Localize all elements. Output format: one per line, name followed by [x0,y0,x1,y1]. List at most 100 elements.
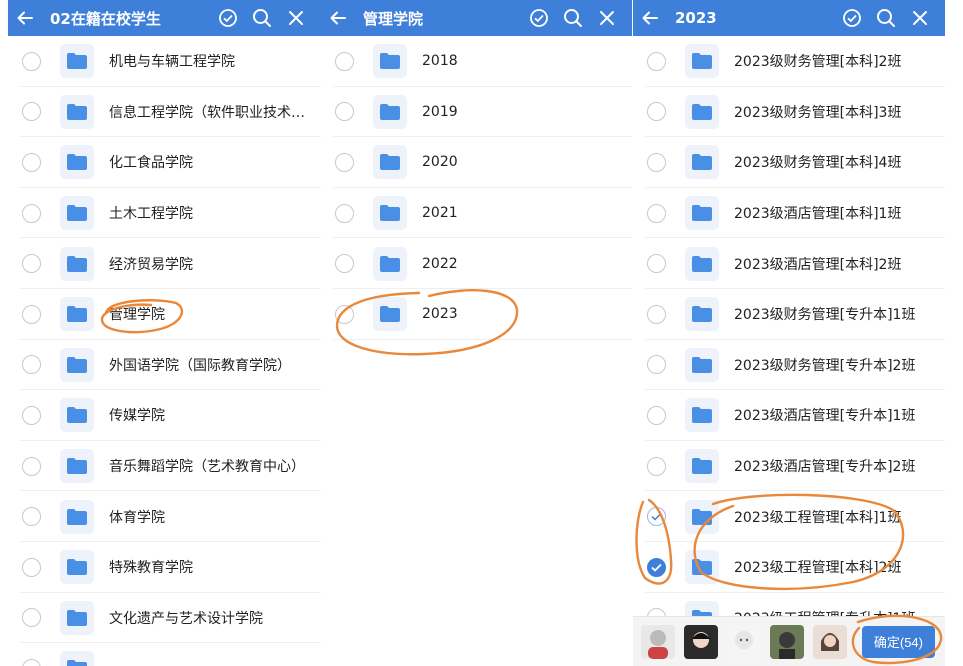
radio-button[interactable] [647,102,666,122]
radio-button[interactable] [22,355,41,375]
select-all-icon[interactable] [835,8,869,28]
avatar[interactable] [684,624,718,659]
panel-colleges: 02在籍在校学生 机电与车辆工程学院 信息工程学院（软件职业技术… 化工食品学院… [8,0,321,666]
select-all-icon[interactable] [211,8,245,28]
folder-icon [60,196,94,231]
radio-button[interactable] [335,254,354,274]
list-item[interactable]: 音乐舞蹈学院（艺术教育中心） [8,441,321,492]
folder-icon [685,550,719,585]
list-item[interactable]: 体育学院 [8,491,321,542]
list-item[interactable]: 2019 [321,87,632,138]
list-item[interactable]: 传媒学院 [8,390,321,441]
folder-icon [373,297,407,332]
radio-button[interactable] [647,456,666,476]
list-item[interactable]: 2023级财务管理[专升本]1班 [633,289,945,340]
list-item[interactable]: 特殊教育学院 [8,542,321,593]
radio-button[interactable] [335,152,354,172]
folder-icon [60,600,94,635]
list-item[interactable]: 2023级财务管理[本科]2班 [633,36,945,87]
radio-button[interactable] [647,304,666,324]
list-item[interactable]: 2023级财务管理[专升本]2班 [633,340,945,391]
item-label: 经济贸易学院 [109,256,193,273]
list-item[interactable]: 2023级酒店管理[专升本]1班 [633,390,945,441]
confirm-button[interactable]: 确定(54) [861,625,935,658]
close-icon[interactable] [903,10,937,26]
radio-button[interactable] [22,557,41,577]
list-item[interactable]: 土木工程学院 [8,188,321,239]
item-label: 体育学院 [109,509,165,526]
select-all-icon[interactable] [522,8,556,28]
item-label: 土木工程学院 [109,206,193,223]
radio-button[interactable] [335,51,354,71]
item-label: 特殊教育学院 [109,560,193,577]
folder-icon [60,145,94,180]
radio-button[interactable] [22,203,41,223]
folder-icon [685,499,719,534]
radio-button[interactable] [22,152,41,172]
folder-icon [373,246,407,281]
folder-icon [60,44,94,79]
back-arrow-icon[interactable] [16,9,44,27]
radio-button[interactable] [647,51,666,71]
item-label: 2023级酒店管理[专升本]1班 [734,408,916,425]
list-item[interactable]: 机电与车辆工程学院 [8,36,321,87]
radio-button-checked[interactable] [647,557,666,577]
avatar[interactable] [770,624,804,659]
list-item[interactable]: 2023级酒店管理[本科]1班 [633,188,945,239]
avatar[interactable] [727,624,761,659]
radio-button[interactable] [22,51,41,71]
item-label: 2023级财务管理[本科]2班 [734,54,902,71]
list-item[interactable]: 2023级工程管理[本科]1班 [633,491,945,542]
radio-button[interactable] [647,203,666,223]
panel-classes: 2023 2023级财务管理[本科]2班 2023级财务管理[本科]3班 202… [633,0,945,666]
avatar[interactable] [813,624,847,659]
item-label: 管理学院 [109,307,165,324]
radio-button[interactable] [22,405,41,425]
radio-button[interactable] [647,152,666,172]
list-item[interactable]: 文化遗产与艺术设计学院 [8,593,321,644]
folder-icon [60,347,94,382]
search-icon[interactable] [245,8,279,28]
list-item[interactable]: 2023级酒店管理[专升本]2班 [633,441,945,492]
close-icon[interactable] [590,10,624,26]
back-arrow-icon[interactable] [329,9,357,27]
list-item[interactable]: 经济贸易学院 [8,238,321,289]
list-item[interactable]: 2023级财务管理[本科]4班 [633,137,945,188]
list-item[interactable]: 2018 [321,36,632,87]
search-icon[interactable] [869,8,903,28]
radio-button[interactable] [22,658,41,666]
list-item[interactable]: 2022 [321,238,632,289]
radio-button-partial[interactable] [647,507,666,527]
radio-button[interactable] [22,608,41,628]
list-item[interactable]: 信息工程学院（软件职业技术… [8,87,321,138]
radio-button[interactable] [22,507,41,527]
list-item[interactable]: 化工食品学院 [8,137,321,188]
list-item[interactable]: 管理学院 [8,289,321,340]
list-item[interactable]: 2023级工程管理[本科]2班 [633,542,945,593]
radio-button[interactable] [22,304,41,324]
radio-button[interactable] [22,102,41,122]
radio-button[interactable] [22,456,41,476]
list-item[interactable]: 2023 [321,289,632,340]
list-item[interactable]: 2023级财务管理[本科]3班 [633,87,945,138]
radio-button[interactable] [22,254,41,274]
radio-button[interactable] [335,203,354,223]
panel-header: 管理学院 [321,0,632,36]
folder-icon [373,196,407,231]
avatar[interactable] [641,624,675,659]
list-item[interactable]: 2023级酒店管理[本科]2班 [633,238,945,289]
item-label: 文化遗产与艺术设计学院 [109,610,263,627]
list-item[interactable]: 2020 [321,137,632,188]
item-label: 2021 [422,205,458,222]
list-item[interactable]: 外国语学院（国际教育学院） [8,340,321,391]
list-item[interactable] [8,643,321,666]
radio-button[interactable] [647,405,666,425]
close-icon[interactable] [279,10,313,26]
radio-button[interactable] [335,102,354,122]
radio-button[interactable] [647,355,666,375]
back-arrow-icon[interactable] [641,9,669,27]
list-item[interactable]: 2021 [321,188,632,239]
radio-button[interactable] [335,304,354,324]
radio-button[interactable] [647,254,666,274]
search-icon[interactable] [556,8,590,28]
